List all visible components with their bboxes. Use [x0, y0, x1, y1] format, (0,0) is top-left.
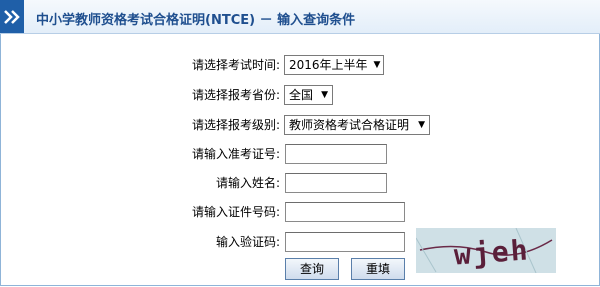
captcha-image[interactable]: wjeh: [416, 228, 556, 273]
header-bar: 中小学教师资格考试合格证明(NTCE) － 输入查询条件: [0, 0, 600, 34]
id-no-label: 请输入证件号码:: [191, 205, 280, 219]
dropdown-arrow-icon: ▼: [321, 90, 328, 100]
exam-time-select[interactable]: 2016年上半年 ▼: [284, 55, 384, 75]
admission-no-label: 请输入准考证号:: [191, 147, 280, 161]
id-no-input[interactable]: [285, 202, 405, 222]
query-button[interactable]: 查询: [285, 258, 339, 280]
double-chevron-right-icon: [0, 0, 24, 33]
name-input[interactable]: [285, 173, 387, 193]
name-label: 请输入姓名:: [215, 176, 280, 190]
province-select[interactable]: 全国 ▼: [284, 85, 333, 105]
level-label: 请选择报考级别:: [191, 118, 280, 132]
exam-time-label: 请选择考试时间:: [191, 58, 280, 72]
reset-button[interactable]: 重填: [351, 258, 405, 280]
captcha-label: 输入验证码:: [215, 235, 280, 249]
dropdown-arrow-icon: ▼: [373, 60, 381, 70]
page-title: 中小学教师资格考试合格证明(NTCE) － 输入查询条件: [36, 13, 356, 28]
admission-no-input[interactable]: [285, 144, 387, 164]
captcha-input[interactable]: [285, 232, 405, 252]
dropdown-arrow-icon: ▼: [418, 120, 425, 130]
level-value: 教师资格考试合格证明: [289, 118, 410, 132]
province-label: 请选择报考省份:: [191, 88, 280, 102]
level-select[interactable]: 教师资格考试合格证明 ▼: [284, 115, 430, 135]
province-value: 全国: [289, 88, 314, 102]
exam-time-value: 2016年上半年: [289, 58, 368, 72]
captcha-text: wjeh: [452, 233, 531, 272]
